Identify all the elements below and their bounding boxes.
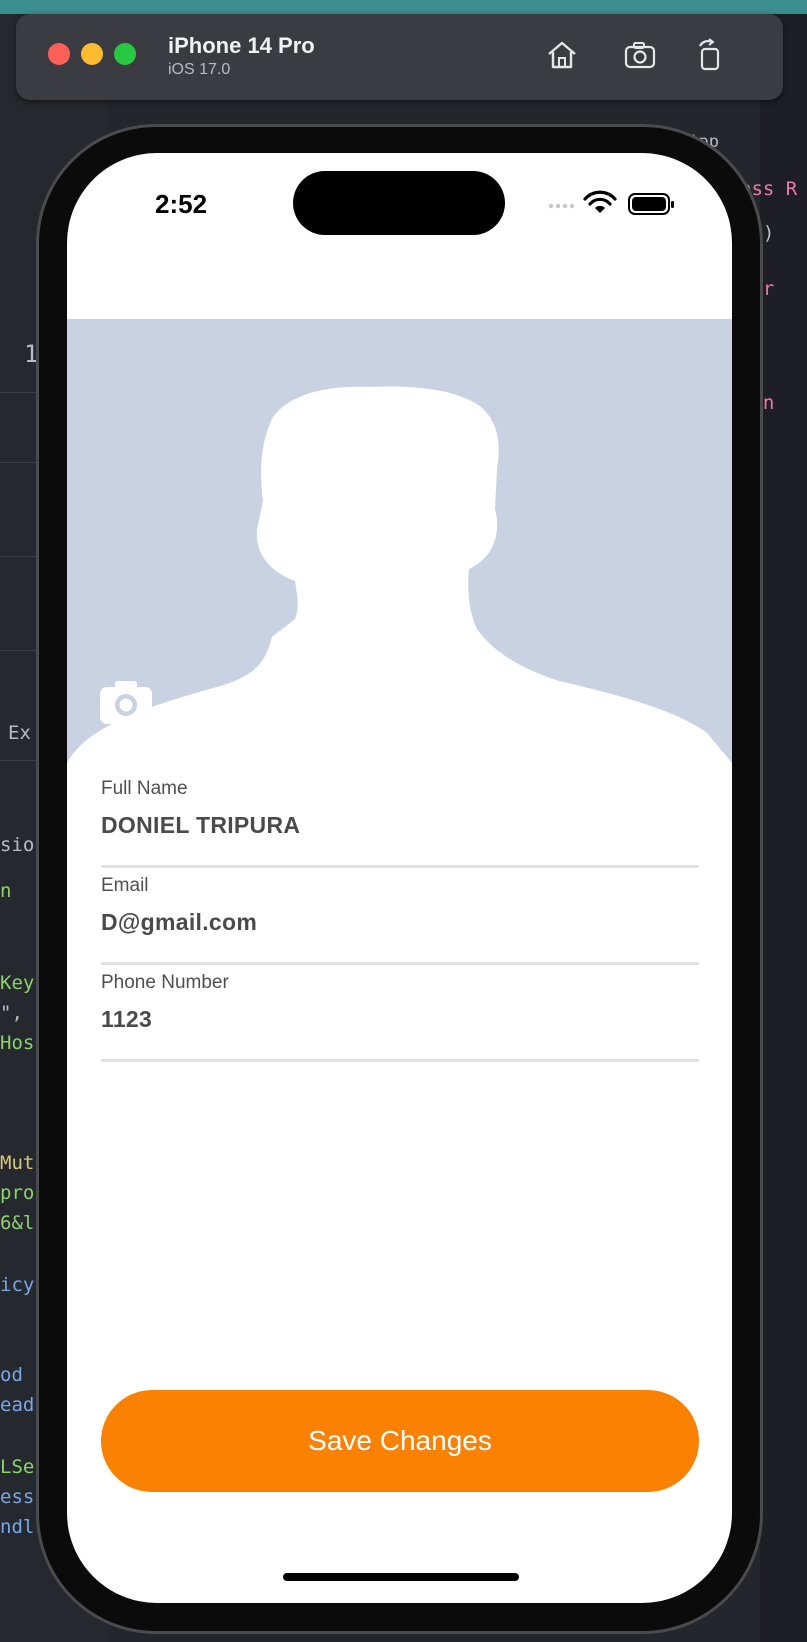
code-snippet: Ex (8, 722, 31, 744)
minimize-window-button[interactable] (81, 43, 103, 65)
field-underline (101, 962, 699, 965)
xcode-right-pane (760, 14, 807, 1642)
phone-number-label: Phone Number (101, 972, 229, 993)
os-version: iOS 17.0 (168, 61, 231, 78)
home-indicator[interactable] (283, 1573, 519, 1581)
dynamic-island (293, 171, 505, 235)
code-snippet: ndl (0, 1516, 35, 1538)
code-snippet: icy (0, 1274, 35, 1296)
code-snippet: Hos (0, 1032, 35, 1054)
battery-icon (628, 193, 674, 215)
person-silhouette-icon (67, 386, 732, 763)
code-snippet: ead (0, 1394, 35, 1416)
status-icons (548, 190, 674, 215)
email-field[interactable]: Email D@gmail.com (101, 875, 699, 965)
device-name: iPhone 14 Pro (168, 33, 315, 58)
phone-number-input[interactable]: 1123 (101, 1006, 699, 1033)
simulator-title-bar: iPhone 14 Pro iOS 17.0 (16, 14, 783, 100)
desktop-teal-strip (0, 0, 807, 14)
code-snippet: n (0, 880, 12, 902)
code-snippet: Mut (0, 1152, 35, 1174)
field-underline (101, 865, 699, 868)
code-snippet: pro (0, 1182, 35, 1204)
home-icon[interactable] (544, 37, 580, 73)
field-underline (101, 1059, 699, 1062)
wifi-icon (583, 190, 617, 213)
app-screen: 2:52 Full Name DONIEL TRIPURA Email D@gm… (67, 153, 732, 1603)
camera-icon[interactable] (99, 679, 153, 725)
email-label: Email (101, 875, 149, 896)
full-name-label: Full Name (101, 778, 188, 799)
save-changes-button[interactable]: Save Changes (101, 1390, 699, 1492)
email-input[interactable]: D@gmail.com (101, 909, 699, 936)
code-snippet: ", (0, 1002, 23, 1024)
status-time: 2:52 (155, 189, 208, 219)
code-snippet: 6&l (0, 1212, 35, 1234)
cellular-signal-icon (548, 203, 575, 209)
code-snippet: LSe (0, 1456, 35, 1478)
full-name-input[interactable]: DONIEL TRIPURA (101, 812, 699, 839)
rotate-icon[interactable] (692, 37, 728, 73)
phone-number-field[interactable]: Phone Number 1123 (101, 972, 699, 1062)
full-name-field[interactable]: Full Name DONIEL TRIPURA (101, 778, 699, 868)
close-window-button[interactable] (48, 43, 70, 65)
screenshot-icon[interactable] (622, 37, 658, 73)
zoom-window-button[interactable] (114, 43, 136, 65)
code-snippet: od (0, 1364, 23, 1386)
code-snippet: Key (0, 972, 35, 994)
profile-photo[interactable] (67, 319, 732, 763)
code-snippet: ess (0, 1486, 35, 1508)
